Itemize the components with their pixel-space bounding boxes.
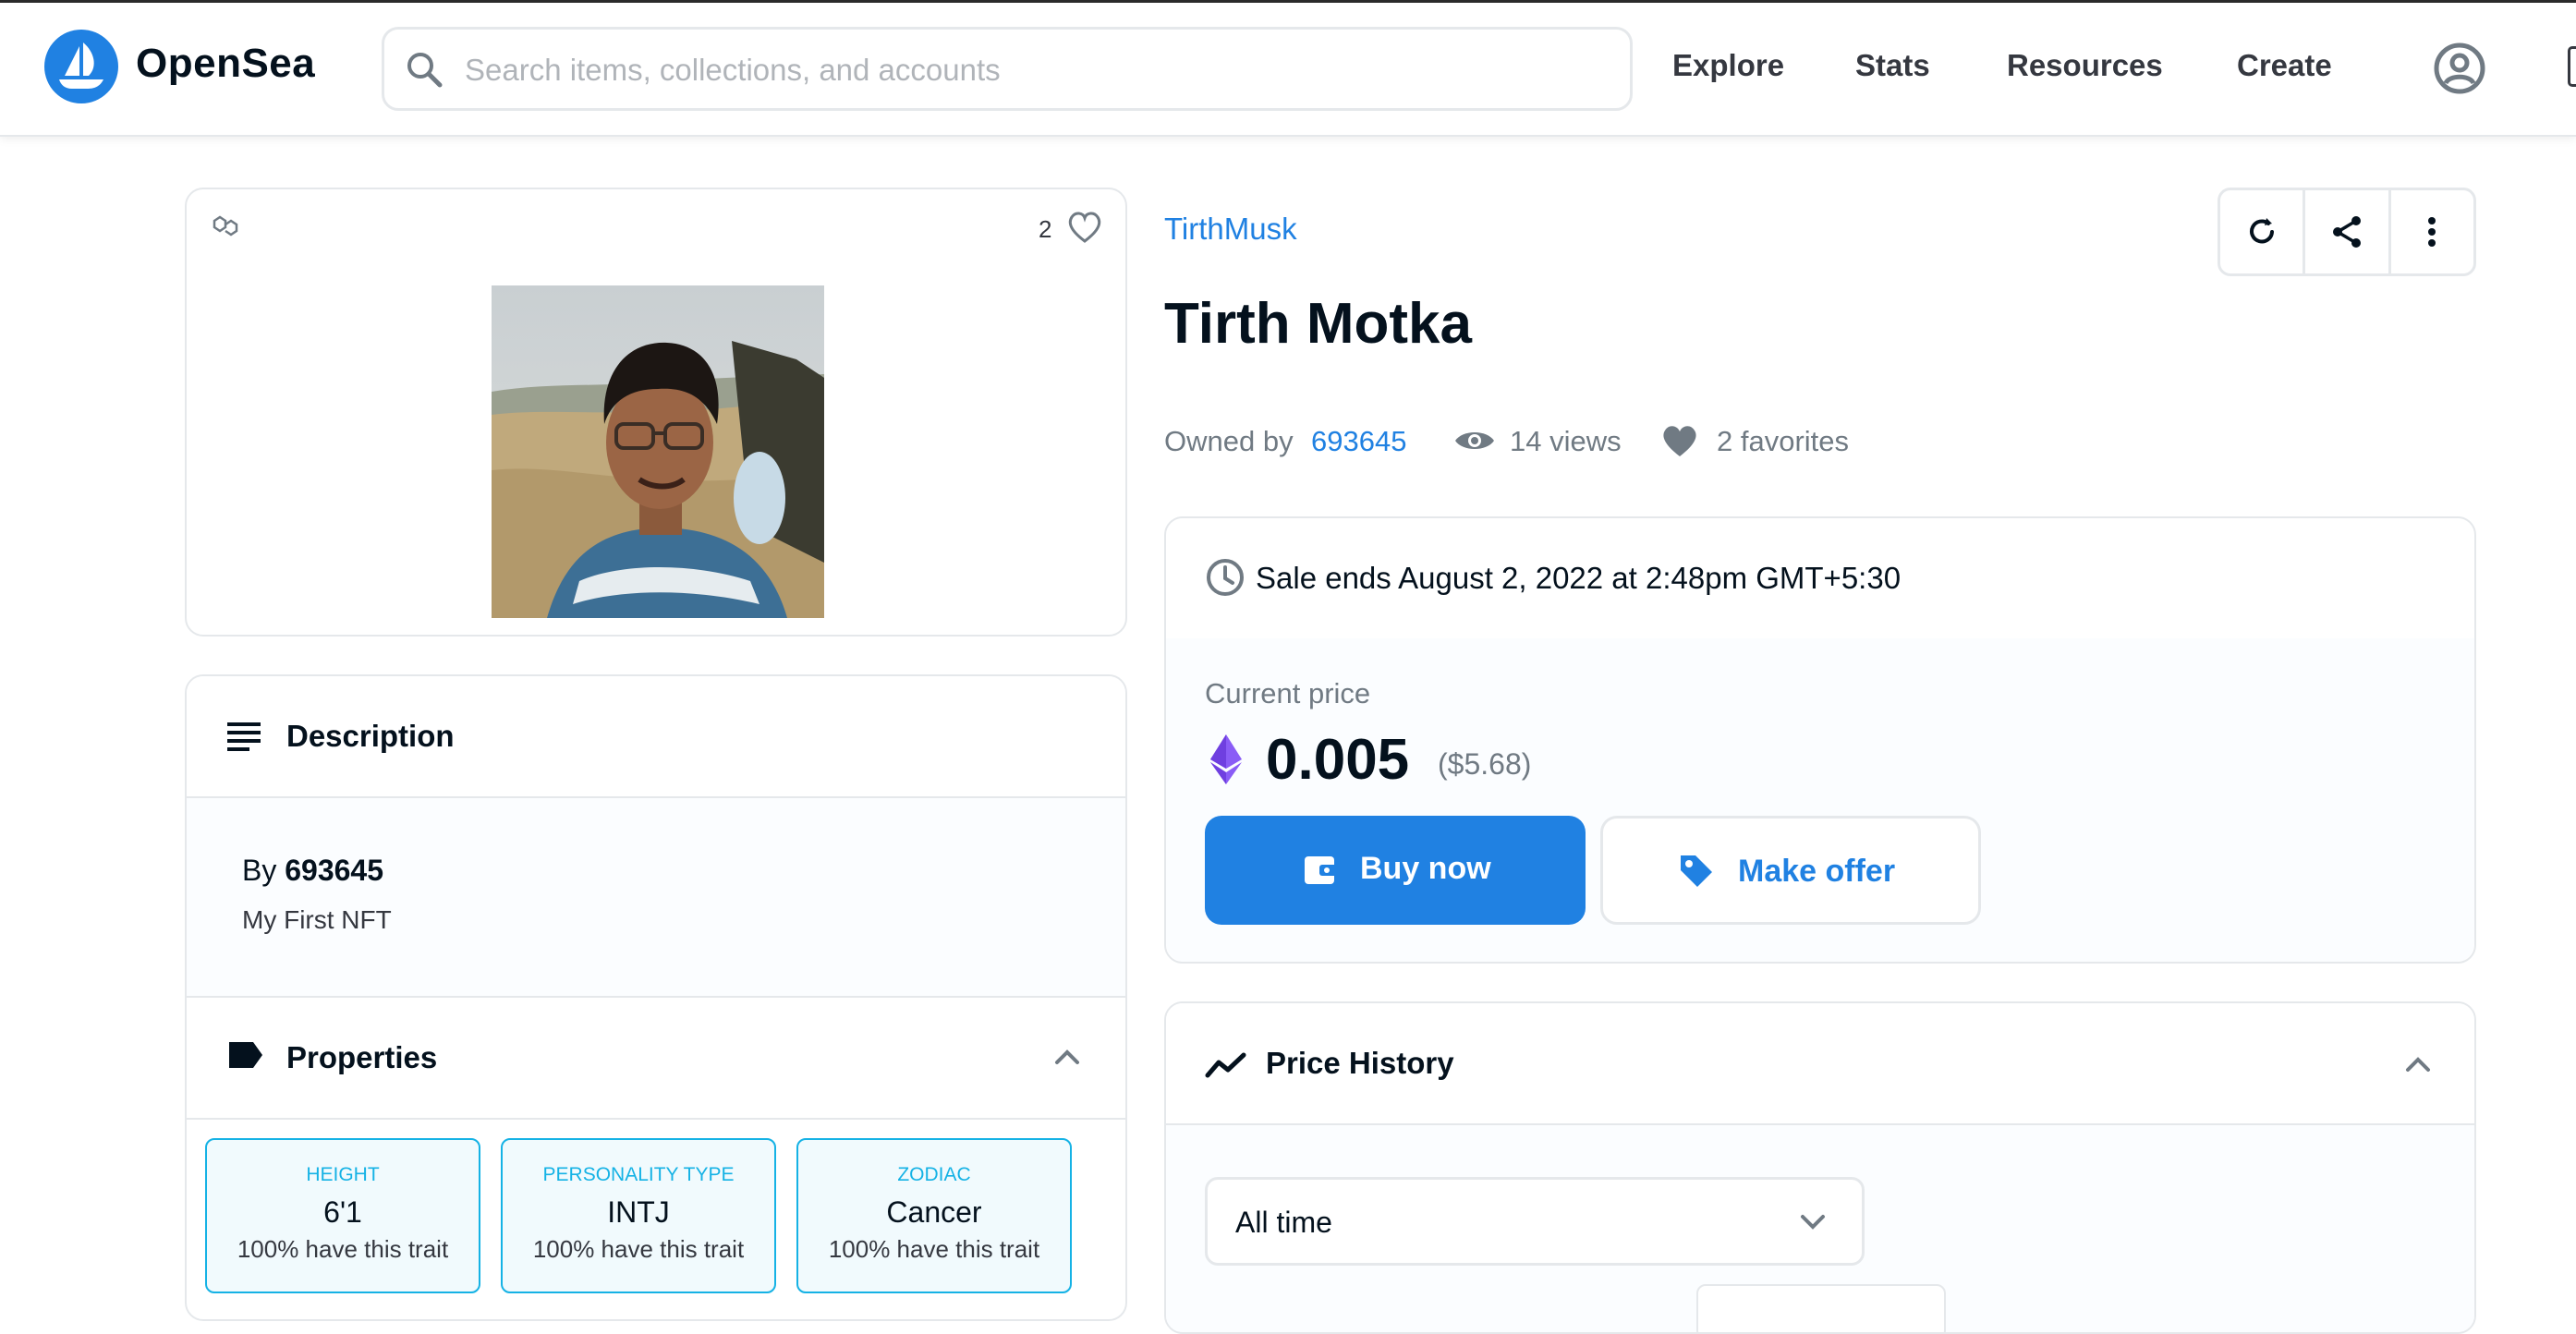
price-history-panel: Price History All time: [1164, 1001, 2476, 1334]
views-count: 14 views: [1510, 425, 1622, 457]
search-icon: [407, 53, 443, 88]
asset-actions: [2218, 188, 2476, 276]
buy-now-button[interactable]: Buy now: [1205, 816, 1586, 925]
label-icon: [229, 1042, 262, 1068]
polygon-chain-icon: [213, 215, 238, 236]
share-icon: [2332, 216, 2361, 248]
wallet-icon[interactable]: [2568, 46, 2576, 87]
make-offer-button[interactable]: Make offer: [1600, 816, 1981, 925]
favorites-count: 2 favorites: [1717, 425, 1850, 457]
time-range-select[interactable]: All time: [1205, 1177, 1865, 1266]
property-value: INTJ: [607, 1195, 670, 1229]
properties-title: Properties: [286, 1040, 438, 1074]
like-count: 2: [1039, 215, 1052, 243]
property-rarity: 100% have this trait: [237, 1235, 449, 1263]
clock-icon: [1207, 559, 1244, 596]
wallet-icon: [1305, 856, 1338, 884]
by-label: By: [242, 854, 277, 887]
nav-stats[interactable]: Stats: [1855, 48, 1930, 83]
description-lines-icon: [227, 722, 261, 751]
property-type: ZODIAC: [897, 1164, 971, 1185]
property-type: HEIGHT: [306, 1164, 380, 1185]
chart-placeholder: [1696, 1284, 1946, 1332]
property-rarity: 100% have this trait: [532, 1235, 745, 1263]
property-rarity: 100% have this trait: [828, 1235, 1040, 1263]
price-history-header[interactable]: Price History: [1166, 1003, 2474, 1125]
chevron-up-icon[interactable]: [2404, 1055, 2432, 1073]
property-value: Cancer: [886, 1195, 982, 1229]
refresh-icon: [2249, 218, 2274, 244]
sale-panel: Sale ends August 2, 2022 at 2:48pm GMT+5…: [1164, 516, 2476, 964]
nav-create[interactable]: Create: [2237, 48, 2332, 83]
chevron-up-icon[interactable]: [1053, 1048, 1081, 1066]
properties-grid: HEIGHT 6'1 100% have this trait PERSONAL…: [205, 1138, 1111, 1319]
trend-line-icon: [1205, 1052, 1246, 1078]
eye-icon: [1455, 432, 1494, 449]
price-history-title: Price History: [1266, 1046, 1454, 1080]
price-value: 0.005: [1266, 728, 1410, 792]
nav-explore[interactable]: Explore: [1672, 48, 1784, 83]
refresh-button[interactable]: [2220, 190, 2306, 273]
chevron-down-icon: [1801, 1215, 1825, 1230]
search-bar[interactable]: [382, 27, 1633, 111]
sale-timer: Sale ends August 2, 2022 at 2:48pm GMT+5…: [1166, 518, 2474, 640]
description-body: By 693645 My First NFT: [187, 798, 1125, 998]
buy-now-label: Buy now: [1360, 851, 1491, 886]
property-card[interactable]: ZODIAC Cancer 100% have this trait: [796, 1138, 1072, 1293]
price-usd: ($5.68): [1438, 747, 1532, 781]
owner-link[interactable]: 693645: [1311, 425, 1406, 458]
current-price-label: Current price: [1205, 677, 1371, 709]
sale-ends-text: Sale ends August 2, 2022 at 2:48pm GMT+5…: [1256, 561, 1902, 595]
window-top-border: [0, 0, 2576, 3]
tag-icon: [1681, 855, 1712, 887]
opensea-logo-icon[interactable]: [44, 30, 118, 103]
property-type: PERSONALITY TYPE: [542, 1164, 735, 1185]
property-card[interactable]: PERSONALITY TYPE INTJ 100% have this tra…: [501, 1138, 776, 1293]
properties-header[interactable]: Properties: [187, 998, 1125, 1120]
more-vertical-icon: [2428, 217, 2436, 247]
ethereum-icon: [1210, 734, 1242, 784]
asset-title: Tirth Motka: [1164, 292, 1472, 356]
property-value: 6'1: [323, 1195, 362, 1229]
owned-by-label: Owned by: [1164, 425, 1294, 457]
asset-image-panel: 2: [185, 188, 1127, 637]
collection-link[interactable]: TirthMusk: [1164, 212, 1297, 247]
brand-name[interactable]: OpenSea: [136, 41, 315, 87]
search-input[interactable]: [463, 30, 1612, 110]
description-text: My First NFT: [242, 905, 392, 934]
profile-icon[interactable]: [2433, 42, 2486, 95]
description-panel: Description By 693645 My First NFT Prope…: [185, 674, 1127, 1321]
nav-resources[interactable]: Resources: [2007, 48, 2163, 83]
property-card[interactable]: HEIGHT 6'1 100% have this trait: [205, 1138, 480, 1293]
heart-icon[interactable]: [1066, 210, 1103, 245]
description-header[interactable]: Description: [187, 676, 1125, 798]
price-section: Current price 0.005 ($5.68) Buy now Make…: [1166, 638, 2474, 962]
make-offer-label: Make offer: [1738, 854, 1896, 889]
asset-image[interactable]: [492, 285, 824, 618]
time-range-value: All time: [1235, 1206, 1332, 1239]
price-history-body: All time: [1166, 1125, 2474, 1332]
description-title: Description: [286, 719, 455, 753]
more-options-button[interactable]: [2391, 190, 2473, 273]
creator-link[interactable]: 693645: [285, 854, 383, 887]
share-button[interactable]: [2305, 190, 2391, 273]
heart-icon: [1663, 426, 1696, 456]
